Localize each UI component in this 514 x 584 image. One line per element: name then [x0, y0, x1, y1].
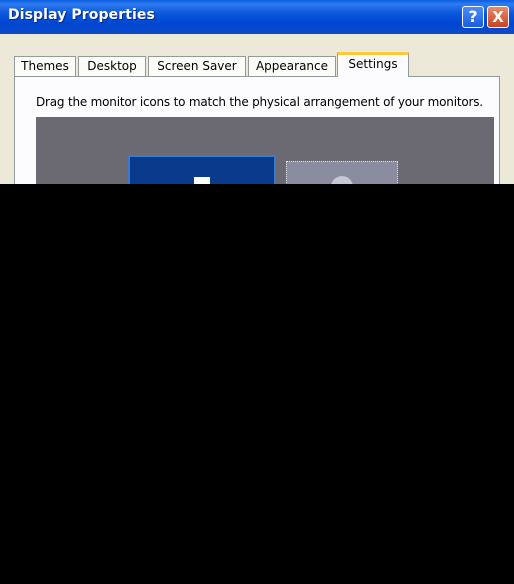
tab-settings[interactable]: Settings: [337, 52, 409, 77]
arrangement-instructions: Drag the monitor icons to match the phys…: [36, 95, 483, 109]
settings-panel: Drag the monitor icons to match the phys…: [14, 76, 500, 197]
tab-appearance[interactable]: Appearance: [248, 56, 336, 76]
tab-desktop[interactable]: Desktop: [78, 56, 146, 76]
help-button[interactable]: ?: [462, 6, 484, 28]
dialog-client-area: Themes Desktop Screen Saver Appearance S…: [0, 34, 514, 197]
help-icon: ?: [468, 7, 478, 26]
tab-screen-saver[interactable]: Screen Saver: [148, 56, 246, 76]
title-bar[interactable]: Display Properties ? X: [0, 0, 514, 34]
window-title: Display Properties: [8, 7, 155, 23]
close-icon: X: [492, 8, 504, 26]
close-button[interactable]: X: [487, 6, 509, 28]
blacked-out-region: [0, 184, 514, 584]
display-properties-window: Display Properties ? X Themes Desktop Sc…: [0, 0, 514, 584]
tab-themes[interactable]: Themes: [14, 56, 76, 76]
